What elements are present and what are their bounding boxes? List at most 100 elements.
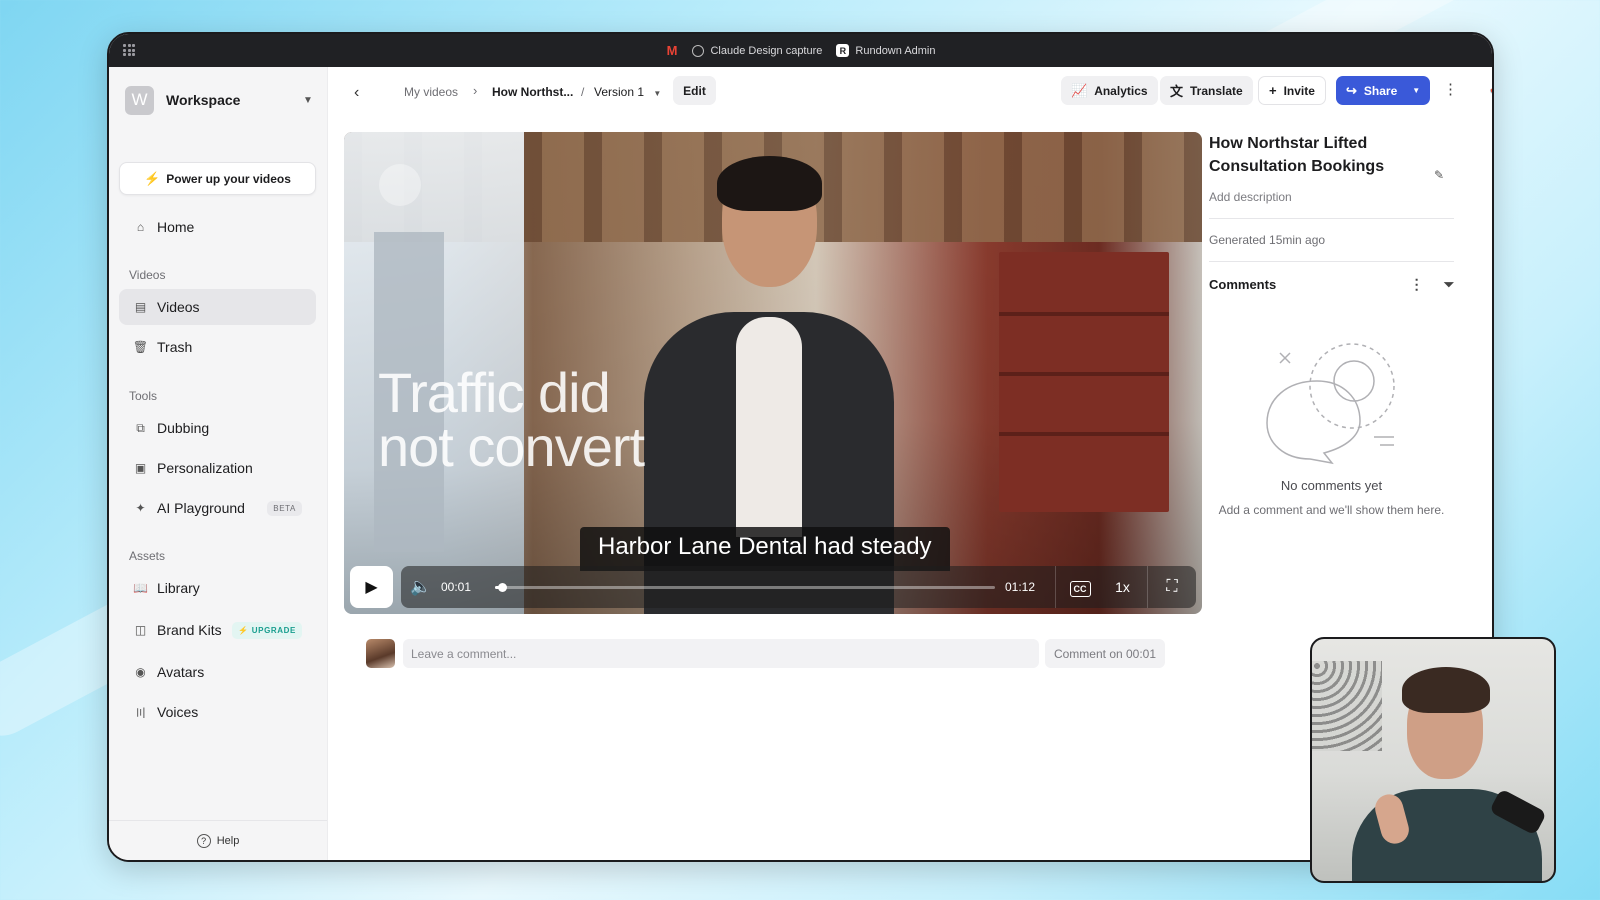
- sidebar-item-label: Voices: [157, 704, 199, 720]
- bookmark-claude-design-capture[interactable]: Claude Design capture: [692, 44, 823, 57]
- watermark-logo: [379, 164, 421, 206]
- invite-label: Invite: [1283, 83, 1315, 98]
- comments-header: Comments ⋮ ⏷: [1209, 276, 1454, 293]
- sidebar-item-avatars[interactable]: ◉ Avatars: [119, 654, 316, 690]
- chat-bubbles-icon: [1265, 343, 1395, 465]
- more-options-icon[interactable]: ⋮: [1410, 276, 1424, 293]
- dubbing-icon: ⧉: [136, 420, 145, 435]
- chart-line-icon: 📈: [1071, 82, 1088, 98]
- top-toolbar: ‹ My videos › How Northst... / Version 1…: [328, 67, 1492, 119]
- play-icon: ▶: [365, 579, 378, 596]
- sidebar-item-label: AI Playground: [157, 500, 245, 516]
- video-caption: Harbor Lane Dental had steady: [580, 527, 950, 571]
- bookmarks-bar: M Claude Design capture R Rundown Admin: [109, 34, 1492, 67]
- section-label-tools: Tools: [129, 389, 158, 403]
- beta-badge: BETA: [267, 500, 302, 516]
- upgrade-badge[interactable]: ⚡ UPGRADE: [232, 621, 302, 639]
- sidebar: W Workspace ▼ ⚡ Power up your videos ⌂ H…: [109, 67, 328, 860]
- sparkle-icon: ✦: [135, 501, 146, 515]
- sidebar-item-home[interactable]: ⌂ Home: [119, 209, 316, 245]
- filter-icon[interactable]: ⏷: [1444, 277, 1454, 293]
- video-frame-shelf: [999, 252, 1169, 512]
- playback-speed-button[interactable]: 1x: [1104, 579, 1141, 595]
- cc-icon: CC: [1069, 580, 1091, 597]
- document-icon: ▤: [134, 300, 147, 314]
- workspace-avatar: W: [125, 85, 154, 115]
- sidebar-item-voices[interactable]: 〣 Voices: [119, 694, 316, 730]
- analytics-button[interactable]: 📈 Analytics: [1061, 76, 1158, 105]
- sidebar-item-label: Personalization: [157, 460, 253, 476]
- back-arrow-icon[interactable]: ‹: [354, 84, 359, 102]
- comment-composer: Comment on 00:01: [366, 639, 1166, 669]
- sidebar-item-videos[interactable]: ▤ Videos: [119, 289, 316, 325]
- breadcrumb-slash: /: [581, 85, 585, 99]
- share-button[interactable]: ↪ Share ▼: [1336, 76, 1431, 105]
- comment-on-timestamp-button[interactable]: Comment on 00:01: [1045, 639, 1165, 668]
- power-up-button[interactable]: ⚡ Power up your videos: [119, 162, 316, 195]
- divider: [1209, 218, 1454, 219]
- captions-button[interactable]: CC: [1056, 580, 1104, 597]
- player-controls: ▶ 🔈 00:01 01:12 CC 1x ⛶: [350, 566, 1196, 608]
- volume-icon[interactable]: 🔈: [401, 577, 441, 597]
- gmail-icon: M: [666, 43, 678, 58]
- comment-input[interactable]: [403, 639, 1039, 668]
- seek-bar[interactable]: [495, 582, 995, 592]
- sidebar-item-label: Trash: [157, 339, 193, 355]
- breadcrumb-video-title[interactable]: How Northst...: [492, 85, 573, 99]
- section-label-videos: Videos: [129, 268, 166, 282]
- megaphone-icon[interactable]: 📣: [1489, 81, 1492, 97]
- version-label: Version 1: [594, 85, 645, 99]
- pencil-icon[interactable]: ✎: [1434, 168, 1444, 182]
- trash-icon: 🗑: [132, 340, 149, 354]
- sidebar-item-label: Brand Kits: [157, 622, 222, 638]
- sidebar-item-dubbing[interactable]: ⧉ Dubbing: [119, 410, 316, 446]
- play-button[interactable]: ▶: [350, 566, 393, 608]
- apps-grid-icon[interactable]: [123, 44, 135, 56]
- add-description[interactable]: Add description: [1209, 190, 1454, 204]
- plus-icon: +: [1269, 83, 1277, 98]
- bookmark-label: Claude Design capture: [710, 44, 823, 57]
- fullscreen-icon[interactable]: ⛶: [1148, 578, 1196, 596]
- control-bar: 🔈 00:01 01:12 CC 1x ⛶: [401, 566, 1196, 608]
- sidebar-item-brand-kits[interactable]: ◫ Brand Kits ⚡ UPGRADE: [119, 612, 316, 648]
- sidebar-item-trash[interactable]: 🗑 Trash: [119, 329, 316, 365]
- brand-kit-icon: ◫: [134, 623, 147, 637]
- bookmark-gmail[interactable]: M: [665, 43, 678, 58]
- overlay-line-2: not convert: [378, 415, 645, 478]
- overlay-line-1: Traffic did: [378, 361, 611, 424]
- workspace-switcher[interactable]: W Workspace ▼: [125, 85, 315, 115]
- bookmark-rundown-admin[interactable]: R Rundown Admin: [836, 44, 936, 57]
- webcam-overlay: [1310, 637, 1556, 883]
- video-player[interactable]: Traffic did not convert Harbor Lane Dent…: [344, 132, 1202, 614]
- translate-label: Translate: [1190, 83, 1243, 98]
- seek-knob[interactable]: [498, 582, 507, 592]
- power-up-label: Power up your videos: [166, 171, 291, 186]
- invite-button[interactable]: + Invite: [1258, 76, 1326, 105]
- share-icon: ↪: [1346, 82, 1357, 98]
- workspace-name: Workspace: [166, 92, 241, 108]
- breadcrumb-my-videos[interactable]: My videos: [404, 85, 458, 99]
- sidebar-item-label: Dubbing: [157, 420, 210, 436]
- waveform-icon: 〣: [134, 705, 147, 720]
- sidebar-item-personalization[interactable]: ▣ Personalization: [119, 450, 316, 486]
- divider: [1209, 261, 1454, 262]
- help-label: Help: [216, 834, 240, 847]
- sidebar-item-ai-playground[interactable]: ✦ AI Playground BETA: [119, 490, 316, 526]
- share-label: Share: [1363, 83, 1398, 98]
- details-panel: How Northstar Lifted Consultation Bookin…: [1209, 132, 1454, 517]
- help-button[interactable]: ? Help: [109, 820, 327, 860]
- empty-comments-illustration: [1262, 341, 1402, 466]
- analytics-label: Analytics: [1094, 83, 1148, 98]
- edit-button[interactable]: Edit: [673, 76, 716, 105]
- chevron-down-icon[interactable]: ▼: [1412, 86, 1420, 95]
- book-icon: 📖: [133, 581, 148, 595]
- sidebar-item-library[interactable]: 📖 Library: [119, 570, 316, 606]
- section-label-assets: Assets: [129, 549, 166, 563]
- personalization-icon: ▣: [134, 461, 147, 475]
- browser-window: M Claude Design capture R Rundown Admin …: [107, 32, 1494, 862]
- version-select[interactable]: Version 1 ▼: [594, 85, 661, 99]
- home-icon: ⌂: [136, 220, 145, 234]
- duration: 01:12: [1005, 580, 1036, 594]
- translate-button[interactable]: 文 Translate: [1160, 76, 1253, 105]
- more-options-icon[interactable]: ⋮: [1443, 80, 1458, 98]
